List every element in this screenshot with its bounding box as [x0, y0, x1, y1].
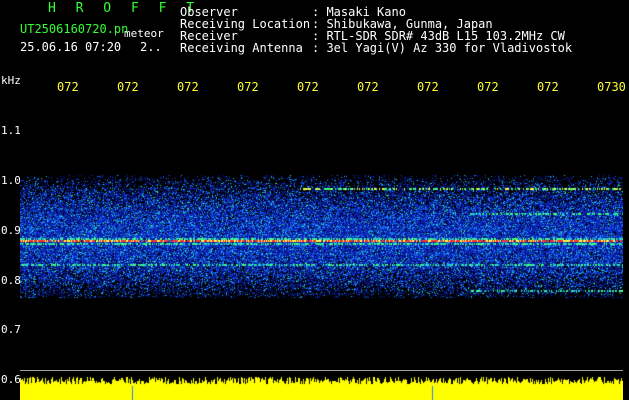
y-tick-label: 1.1 — [1, 124, 21, 137]
y-tick-label: 0.8 — [1, 274, 21, 287]
y-axis-unit: kHz — [1, 74, 21, 87]
x-tick-label: 072 — [177, 80, 199, 94]
meteor-label: meteor — [124, 27, 164, 40]
y-tick-label: 1.0 — [1, 174, 21, 187]
file-name: UT2506160720.pn — [20, 22, 129, 36]
y-tick-label: 0.6 — [1, 373, 21, 386]
x-tick-label: 072 — [537, 80, 559, 94]
x-tick-label: 072 — [477, 80, 499, 94]
antenna-value: : 3el Yagi(V) Az 330 for Vladivostok — [312, 41, 573, 55]
spectrogram-canvas — [20, 93, 623, 400]
x-tick-label: 072 — [417, 80, 439, 94]
antenna-label: Receiving Antenna — [180, 41, 303, 55]
baseline-marker — [20, 370, 623, 371]
x-tick-label: 072 — [237, 80, 259, 94]
x-tick-label: 072 — [357, 80, 379, 94]
trailing-text: 2.. — [140, 40, 162, 54]
x-tick-label: 072 — [297, 80, 319, 94]
y-tick-label: 0.7 — [1, 323, 21, 336]
x-tick-label: 072 — [57, 80, 79, 94]
x-tick-label: 0730 — [597, 80, 626, 94]
observation-datetime: 25.06.16 07:20 — [20, 40, 122, 54]
x-tick-label: 072 — [117, 80, 139, 94]
app-title: H R O F F T — [48, 1, 201, 16]
y-tick-label: 0.9 — [1, 224, 21, 237]
